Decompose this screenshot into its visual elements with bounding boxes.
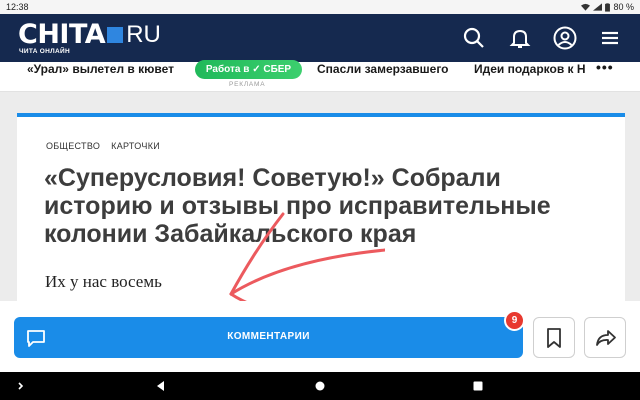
- logo-domain-text: RU: [126, 21, 161, 48]
- ticker-more-dots[interactable]: •••: [596, 59, 614, 75]
- menu-icon[interactable]: [598, 26, 622, 50]
- status-time: 12:38: [6, 2, 29, 12]
- article-lead: Их у нас восемь: [45, 272, 162, 291]
- logo-wordmark: CHITA RU: [18, 21, 161, 49]
- ticker-item[interactable]: Идеи подарков к Н: [474, 62, 590, 76]
- share-button[interactable]: [584, 317, 626, 358]
- bookmark-icon: [547, 328, 561, 348]
- battery-level: 80 %: [613, 2, 634, 12]
- ad-badge[interactable]: Работа в ✓ СБЕР: [195, 60, 302, 79]
- comments-button[interactable]: КОММЕНТАРИИ: [14, 317, 523, 358]
- news-ticker: «Урал» вылетел в кювет Работа в ✓ СБЕР Р…: [0, 59, 640, 92]
- screen: 12:38 80 % CHITA RU ЧИТА ОНЛАЙН «Урал» в…: [0, 0, 640, 400]
- article-rubrics: ОБЩЕСТВО КАРТОЧКИ: [46, 141, 160, 151]
- chevron-right-icon[interactable]: [12, 377, 30, 395]
- site-logo[interactable]: CHITA RU ЧИТА ОНЛАЙН: [18, 21, 188, 56]
- ad-badge-label: Работа в ✓ СБЕР: [205, 64, 292, 75]
- user-icon[interactable]: [553, 26, 577, 50]
- logo-square: [107, 27, 124, 43]
- comments-count-badge: 9: [504, 310, 525, 331]
- wifi-icon: [581, 3, 591, 11]
- logo-main-text: CHITA: [18, 19, 106, 50]
- signal-icon: [593, 3, 603, 11]
- bell-icon[interactable]: [508, 26, 532, 50]
- recents-icon[interactable]: [469, 377, 487, 395]
- ad-caption: РЕКЛАМА: [229, 81, 266, 88]
- search-icon[interactable]: [462, 26, 486, 50]
- rubric-link[interactable]: ОБЩЕСТВО: [46, 141, 100, 151]
- status-indicators: 80 %: [581, 2, 634, 12]
- home-icon[interactable]: [311, 377, 329, 395]
- ticker-item[interactable]: Спасли замерзавшего: [317, 62, 449, 76]
- status-bar: 12:38 80 %: [0, 0, 640, 14]
- back-icon[interactable]: [152, 377, 170, 395]
- logo-subtitle: ЧИТА ОНЛАЙН: [19, 48, 70, 55]
- action-bar: КОММЕНТАРИИ: [0, 301, 640, 372]
- share-icon: [596, 330, 616, 346]
- rubric-link[interactable]: КАРТОЧКИ: [111, 141, 160, 151]
- battery-icon: [605, 2, 611, 12]
- bookmark-button[interactable]: [533, 317, 575, 358]
- comments-label: КОММЕНТАРИИ: [227, 331, 310, 342]
- ticker-item[interactable]: «Урал» вылетел в кювет: [27, 62, 174, 76]
- system-nav-bar: [0, 372, 640, 400]
- app-header: CHITA RU ЧИТА ОНЛАЙН: [0, 14, 640, 62]
